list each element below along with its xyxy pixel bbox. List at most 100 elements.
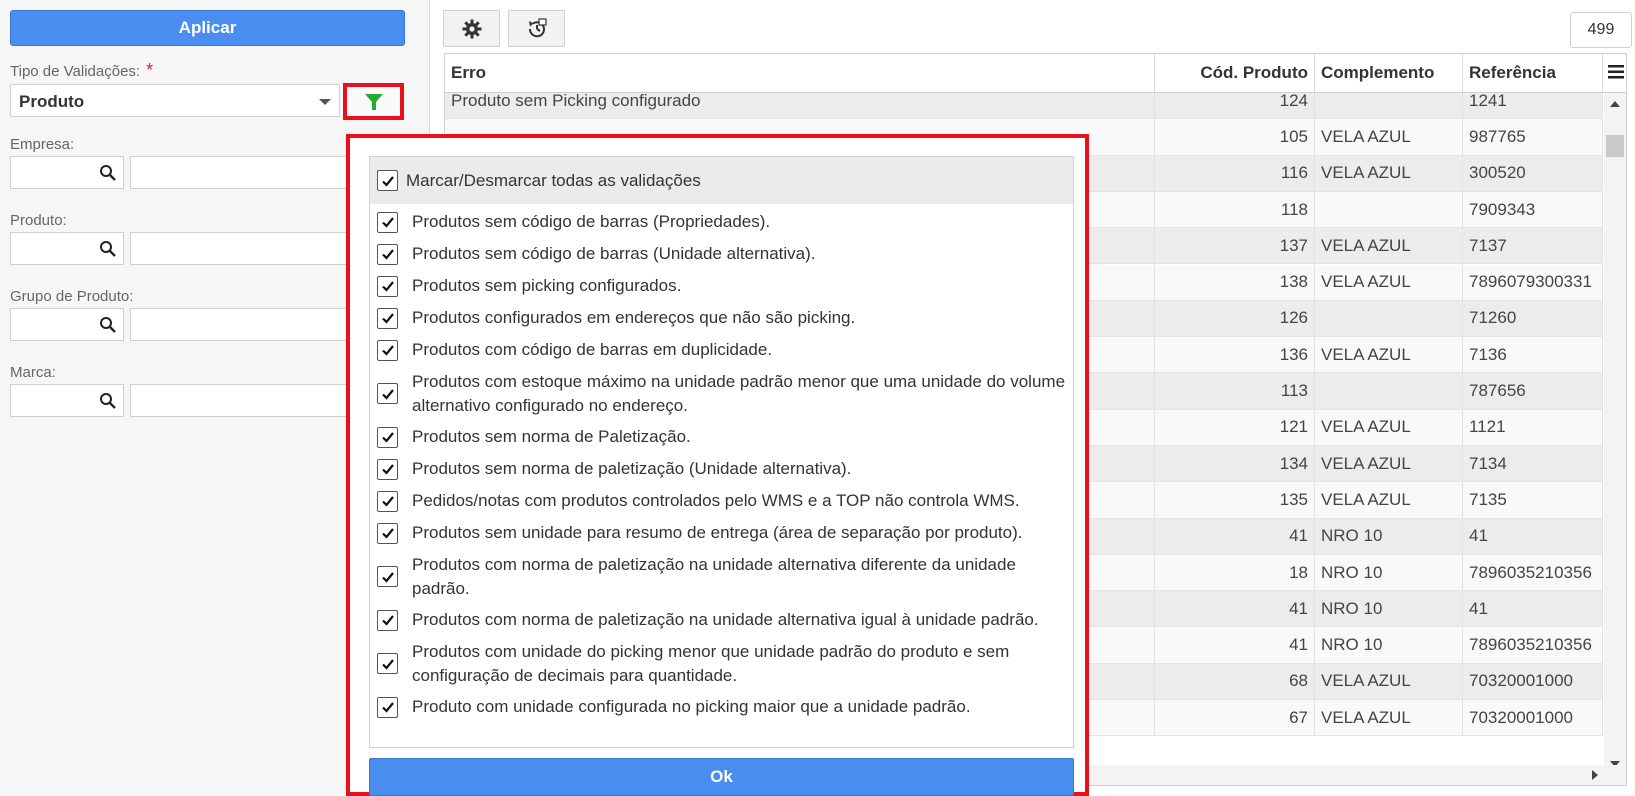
cell-cod-produto: 41 (1155, 518, 1315, 554)
cell-referencia: 7896035210356 (1463, 554, 1603, 591)
ok-button[interactable]: Ok (369, 758, 1074, 796)
checkmark-icon (381, 432, 394, 443)
cell-complemento: VELA AZUL (1315, 482, 1463, 518)
validation-type-value: Produto (19, 92, 85, 111)
cell-complemento: NRO 10 (1315, 627, 1463, 663)
validation-checkbox[interactable] (377, 653, 398, 674)
validation-option[interactable]: Produtos com código de barras em duplici… (370, 334, 1073, 366)
required-mark: * (146, 60, 154, 80)
validation-option[interactable]: Pedidos/notas com produtos controlados p… (370, 485, 1073, 517)
validation-checkbox[interactable] (377, 383, 398, 404)
cell-cod-produto: 18 (1155, 554, 1315, 591)
validation-option[interactable]: Produtos sem unidade para resumo de entr… (370, 517, 1073, 549)
validation-checkbox[interactable] (377, 458, 398, 480)
checkmark-icon (381, 313, 394, 324)
grupo-produto-code-input[interactable] (10, 308, 124, 341)
chevron-down-icon (319, 99, 331, 105)
checkmark-icon (381, 571, 394, 583)
vertical-scrollbar[interactable] (1604, 93, 1626, 769)
marca-description-field (130, 384, 360, 417)
marca-code-input[interactable] (10, 384, 124, 417)
validation-option[interactable]: Produtos sem código de barras (Proprieda… (370, 206, 1073, 238)
select-all-checkbox[interactable] (377, 170, 398, 191)
scroll-up-icon[interactable] (1610, 101, 1620, 107)
validation-option[interactable]: Produtos sem norma de paletização (Unida… (370, 453, 1073, 485)
validation-option-label: Produtos com unidade do picking menor qu… (412, 641, 1010, 685)
checkmark-icon (381, 281, 394, 292)
validation-checkbox[interactable] (377, 696, 398, 718)
cell-cod-produto: 68 (1155, 663, 1315, 700)
validation-checkbox[interactable] (377, 490, 398, 512)
cell-referencia: 7909343 (1463, 191, 1603, 228)
settings-button[interactable] (443, 10, 500, 47)
history-button[interactable] (508, 10, 565, 47)
validation-option-label: Produtos sem código de barras (Proprieda… (412, 212, 771, 231)
validation-option[interactable]: Produtos com norma de paletização na uni… (370, 604, 1073, 636)
validation-option-label: Pedidos/notas com produtos controlados p… (412, 491, 1020, 510)
record-count-badge: 499 (1570, 12, 1632, 48)
cell-complemento: NRO 10 (1315, 518, 1463, 554)
produto-code-input[interactable] (10, 232, 124, 265)
cell-referencia: 41 (1463, 518, 1603, 554)
cell-complemento (1315, 373, 1463, 409)
validation-option[interactable]: Produtos sem norma de Paletização. (370, 421, 1073, 453)
cell-referencia: 70320001000 (1463, 663, 1603, 700)
produto-description-field (130, 232, 360, 265)
cell-referencia: 70320001000 (1463, 700, 1603, 736)
table-row[interactable]: Produto sem Picking configurado 124 1241 (445, 93, 1603, 120)
validations-list: Marcar/Desmarcar todas as validações Pro… (369, 156, 1074, 748)
column-header-complemento[interactable]: Complemento (1315, 54, 1463, 92)
cell-cod-produto: 137 (1155, 228, 1315, 264)
cell-referencia: 1121 (1463, 409, 1603, 445)
validation-checkbox[interactable] (377, 211, 398, 233)
grid-header: Erro Cód. Produto Complemento Referência (445, 54, 1626, 93)
validation-checkbox[interactable] (377, 609, 398, 631)
scrollbar-thumb[interactable] (1606, 135, 1624, 157)
grupo-produto-label: Grupo de Produto: (10, 288, 134, 305)
cell-complemento (1315, 191, 1463, 228)
validation-option[interactable]: Produtos com estoque máximo na unidade p… (370, 366, 1073, 421)
cell-cod-produto: 105 (1155, 119, 1315, 155)
empresa-description-field (130, 156, 360, 189)
cell-complemento: VELA AZUL (1315, 409, 1463, 445)
validation-checkbox[interactable] (377, 522, 398, 544)
validation-checkbox[interactable] (377, 243, 398, 265)
empresa-code-input[interactable] (10, 156, 124, 189)
column-header-referencia[interactable]: Referência (1463, 54, 1603, 92)
search-icon[interactable] (99, 164, 117, 182)
checkmark-icon (381, 615, 394, 626)
cell-complemento: VELA AZUL (1315, 700, 1463, 736)
cell-cod-produto: 67 (1155, 700, 1315, 736)
validation-checkbox[interactable] (377, 275, 398, 297)
validation-option[interactable]: Produtos sem código de barras (Unidade a… (370, 238, 1073, 270)
column-header-erro[interactable]: Erro (445, 54, 1155, 92)
search-icon[interactable] (99, 316, 117, 334)
cell-complemento: VELA AZUL (1315, 337, 1463, 373)
validation-checkbox[interactable] (377, 339, 398, 361)
validation-option-label: Produto com unidade configurada no picki… (412, 697, 971, 716)
column-header-cod-produto[interactable]: Cód. Produto (1155, 54, 1315, 92)
validation-option[interactable]: Produtos com norma de paletização na uni… (370, 549, 1073, 604)
validation-option[interactable]: Produtos sem picking configurados. (370, 270, 1073, 302)
filter-validations-button[interactable] (343, 83, 404, 120)
validation-option[interactable]: Produtos com unidade do picking menor qu… (370, 636, 1073, 691)
validation-checkbox[interactable] (377, 566, 398, 587)
cell-referencia: 7135 (1463, 482, 1603, 518)
gear-icon (462, 19, 481, 38)
validation-checkbox[interactable] (377, 307, 398, 329)
checkmark-icon (381, 496, 394, 507)
marca-label: Marca: (10, 364, 56, 381)
cell-complemento: NRO 10 (1315, 554, 1463, 591)
search-icon[interactable] (99, 392, 117, 410)
cell-referencia: 7896035210356 (1463, 627, 1603, 663)
cell-cod-produto: 134 (1155, 446, 1315, 482)
validation-option[interactable]: Produto com unidade configurada no picki… (370, 691, 1073, 723)
validation-option[interactable]: Produtos configurados em endereços que n… (370, 302, 1073, 334)
select-all-row[interactable]: Marcar/Desmarcar todas as validações (370, 157, 1073, 204)
apply-button[interactable]: Aplicar (10, 10, 405, 46)
validation-type-select[interactable]: Produto (10, 84, 340, 117)
validation-checkbox[interactable] (377, 426, 398, 448)
scroll-right-icon[interactable] (1592, 770, 1598, 780)
search-icon[interactable] (99, 240, 117, 258)
column-menu-icon[interactable] (1606, 62, 1626, 82)
